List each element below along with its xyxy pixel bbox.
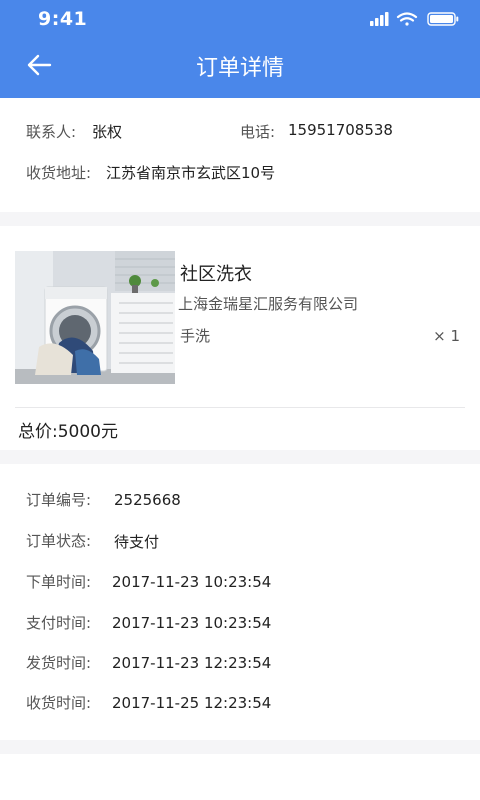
product-name: 社区洗衣 — [180, 264, 252, 285]
total-value: 5000元 — [57, 422, 118, 442]
wifi-icon — [396, 12, 418, 26]
pay-time-value: 2017-11-23 10:23:54 — [112, 614, 272, 632]
signal-icon — [370, 12, 389, 26]
product-spec: 手洗 — [180, 327, 211, 345]
page-title: 订单详情 — [195, 56, 284, 81]
address-label: 收货地址: — [26, 164, 92, 182]
product-shop: 上海金瑞星汇服务有限公司 — [178, 295, 359, 313]
divider — [15, 407, 465, 408]
contact-name-label: 联系人: — [26, 123, 77, 141]
order-time-label: 下单时间: — [26, 573, 92, 591]
order-status-value: 待支付 — [114, 533, 160, 551]
product-quantity: × 1 — [433, 327, 460, 345]
address-value: 江苏省南京市玄武区10号 — [106, 164, 276, 182]
pay-time-label: 支付时间: — [26, 614, 92, 632]
total-price: 总价:5000元 — [18, 417, 118, 442]
battery-icon — [427, 12, 459, 26]
order-number-value: 2525668 — [114, 491, 181, 509]
product-image[interactable] — [15, 251, 175, 384]
header: 9:41 订单详情 — [0, 0, 480, 98]
receive-time-label: 收货时间: — [26, 694, 92, 712]
total-label: 总价: — [18, 422, 58, 442]
order-number-label: 订单编号: — [26, 491, 92, 509]
receive-time-value: 2017-11-25 12:23:54 — [112, 694, 272, 712]
contact-name: 张权 — [92, 123, 123, 141]
phone-value: 15951708538 — [288, 121, 393, 139]
phone-label: 电话: — [240, 123, 276, 141]
contact-card — [0, 98, 480, 212]
order-time-value: 2017-11-23 10:23:54 — [112, 573, 272, 591]
status-time: 9:41 — [38, 8, 88, 30]
bottom-card — [0, 754, 480, 800]
order-status-label: 订单状态: — [26, 532, 92, 550]
ship-time-label: 发货时间: — [26, 654, 92, 672]
ship-time-value: 2017-11-23 12:23:54 — [112, 654, 272, 672]
status-icons — [370, 12, 459, 26]
